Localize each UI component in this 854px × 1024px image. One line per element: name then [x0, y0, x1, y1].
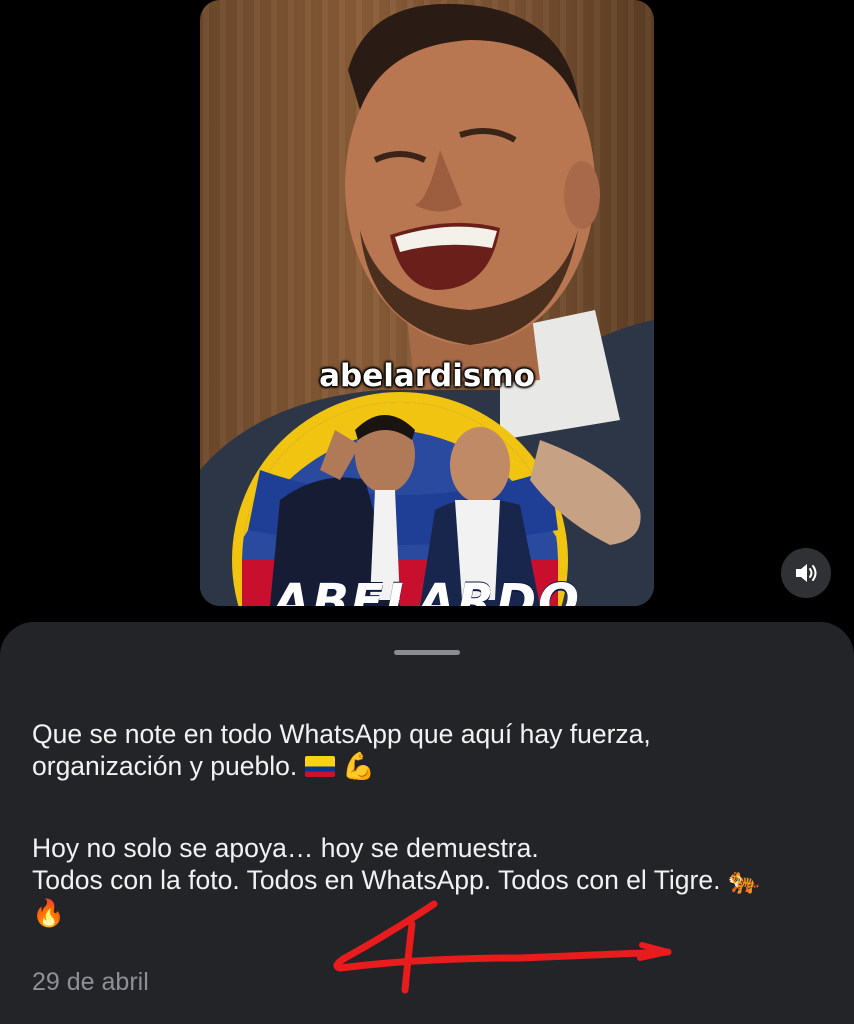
caption-line: Hoy no solo se apoya… hoy se demuestra.	[32, 832, 822, 864]
video-frame-image	[200, 3, 654, 606]
caption-line: Todos con la foto. Todos en WhatsApp. To…	[32, 864, 822, 897]
caption-text-1: Que se note en todo WhatsApp que aquí ha…	[32, 719, 651, 749]
video-thumbnail[interactable]: abelardismo ABELARDO	[200, 0, 654, 606]
mute-button[interactable]	[781, 548, 831, 598]
speaker-icon	[796, 564, 817, 582]
fire-emoji-icon: 🔥	[32, 898, 65, 929]
caption-text-2: organización y pueblo.	[32, 751, 298, 781]
caption-text-4: Todos con la foto. Todos en WhatsApp. To…	[32, 865, 721, 895]
caption-line: Que se note en todo WhatsApp que aquí ha…	[32, 718, 822, 750]
caption-text-3: Hoy no solo se apoya… hoy se demuestra.	[32, 833, 539, 863]
caption-line: organización y pueblo. 💪	[32, 750, 822, 783]
post-date: 29 de abril	[32, 968, 149, 996]
post-details-sheet: Que se note en todo WhatsApp que aquí ha…	[0, 622, 854, 1024]
post-caption: Que se note en todo WhatsApp que aquí ha…	[32, 718, 822, 930]
sheet-drag-handle[interactable]	[394, 650, 460, 655]
colombia-flag-icon	[304, 756, 335, 777]
badge-name-text: ABELARDO	[273, 574, 581, 606]
caption-line: 🔥	[32, 897, 822, 930]
video-overlay-text: abelardismo	[319, 358, 535, 394]
muscle-emoji-icon: 💪	[341, 751, 375, 782]
tiger-emoji-icon: 🐅	[727, 865, 761, 896]
